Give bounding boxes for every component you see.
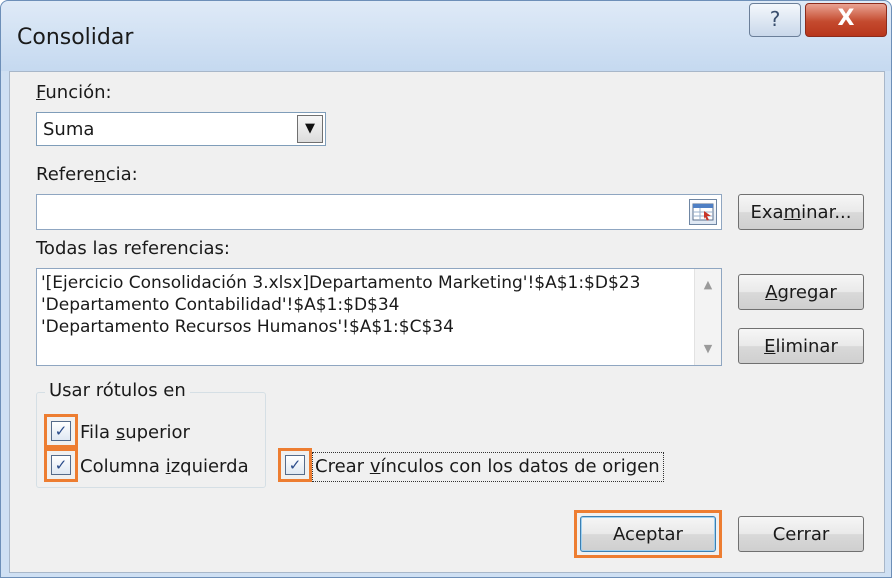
title-bar[interactable]: Consolidar ? X <box>1 1 891 71</box>
crear-vinculos-label[interactable]: Crear vínculos con los datos de origen <box>315 456 660 477</box>
collapse-dialog-button[interactable] <box>689 199 717 225</box>
referencias-list[interactable]: '[Ejercicio Consolidación 3.xlsx]Departa… <box>36 268 722 366</box>
check-icon: ✓ <box>288 456 302 474</box>
consolidar-dialog: Consolidar ? X Función: Suma ▼ Referenci… <box>0 0 892 578</box>
funcion-selected-value: Suma <box>43 119 95 140</box>
todas-referencias-label: Todas las referencias: <box>36 238 230 259</box>
check-icon: ✓ <box>54 422 68 440</box>
scroll-down-icon[interactable]: ▼ <box>695 339 721 359</box>
close-window-button[interactable]: X <box>805 3 887 37</box>
agregar-button[interactable]: Agregar <box>738 274 864 310</box>
list-item[interactable]: 'Departamento Contabilidad'!$A$1:$D$34 <box>41 295 400 315</box>
dialog-body: Función: Suma ▼ Referencia: Examinar... … <box>9 71 885 573</box>
funcion-dropdown[interactable]: Suma ▼ <box>36 112 326 146</box>
crear-vinculos-checkbox[interactable]: ✓ <box>285 455 305 475</box>
eliminar-button[interactable]: Eliminar <box>738 328 864 364</box>
columna-izquierda-label[interactable]: Columna izquierda <box>80 456 249 477</box>
list-scrollbar[interactable]: ▲ ▼ <box>694 269 721 365</box>
range-select-icon <box>692 203 714 221</box>
close-icon: X <box>837 6 855 31</box>
columna-izquierda-checkbox[interactable]: ✓ <box>51 455 71 475</box>
help-button[interactable]: ? <box>749 3 801 37</box>
referencia-label: Referencia: <box>36 164 138 185</box>
check-icon: ✓ <box>54 456 68 474</box>
help-icon: ? <box>769 7 781 31</box>
funcion-label: Función: <box>36 82 112 103</box>
aceptar-button[interactable]: Aceptar <box>580 516 716 552</box>
fila-superior-label[interactable]: Fila superior <box>80 422 190 443</box>
dialog-title: Consolidar <box>17 25 134 50</box>
chevron-down-icon: ▼ <box>305 121 315 136</box>
list-item[interactable]: 'Departamento Recursos Humanos'!$A$1:$C$… <box>41 317 454 337</box>
usar-rotulos-label: Usar rótulos en <box>45 380 190 401</box>
fila-superior-checkbox[interactable]: ✓ <box>51 421 71 441</box>
scroll-up-icon[interactable]: ▲ <box>695 275 721 295</box>
list-item[interactable]: '[Ejercicio Consolidación 3.xlsx]Departa… <box>41 273 640 293</box>
cerrar-button[interactable]: Cerrar <box>738 516 864 552</box>
dropdown-arrow-button[interactable]: ▼ <box>297 115 323 143</box>
referencia-input[interactable] <box>36 194 722 230</box>
examinar-button[interactable]: Examinar... <box>738 194 864 230</box>
